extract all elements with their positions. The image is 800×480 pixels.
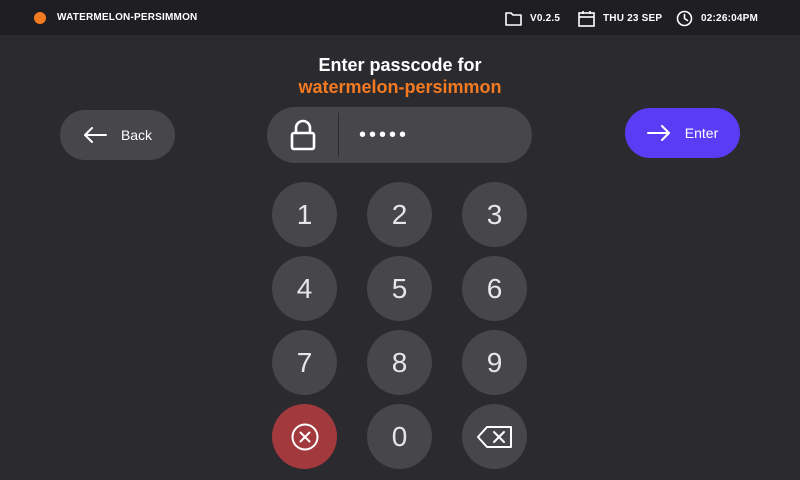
clock-icon [676,10,693,26]
key-4[interactable]: 4 [272,256,337,321]
status-indicator [34,12,46,24]
clear-circle-icon [291,423,318,450]
clear-button[interactable] [272,404,337,469]
passcode-field[interactable]: ••••• [267,107,532,163]
lock-icon-wrap [267,107,339,163]
key-9[interactable]: 9 [462,330,527,395]
key-3[interactable]: 3 [462,182,527,247]
key-8[interactable]: 8 [367,330,432,395]
enter-button[interactable]: Enter [625,108,740,158]
passcode-divider [338,113,339,157]
prompt-target: watermelon-persimmon [298,77,502,97]
top-bar: WATERMELON-PERSIMMON V0.2.5 THU 23 SEP 0… [0,0,800,35]
prompt-title: Enter passcode for [318,55,482,75]
device-name: WATERMELON-PERSIMMON [57,12,198,23]
date-info: THU 23 SEP [578,9,662,27]
arrow-right-icon [646,125,670,141]
version-info: V0.2.5 [505,9,560,27]
passcode-value: ••••• [359,124,410,146]
back-button[interactable]: Back [60,110,175,160]
key-7[interactable]: 7 [272,330,337,395]
lock-icon [290,119,316,151]
key-0[interactable]: 0 [367,404,432,469]
time-text: 02:26:04PM [701,12,759,24]
calendar-icon [578,10,595,27]
backspace-icon [476,425,512,448]
enter-button-label: Enter [684,125,719,141]
key-1[interactable]: 1 [272,182,337,247]
key-6[interactable]: 6 [462,256,527,321]
arrow-left-icon [83,127,107,143]
version-text: V0.2.5 [530,12,561,24]
key-2[interactable]: 2 [367,182,432,247]
backspace-button[interactable] [462,404,527,469]
key-5[interactable]: 5 [367,256,432,321]
folder-icon [505,11,522,26]
date-text: THU 23 SEP [603,12,663,24]
back-button-label: Back [120,127,153,143]
time-info: 02:26:04PM [676,9,758,27]
